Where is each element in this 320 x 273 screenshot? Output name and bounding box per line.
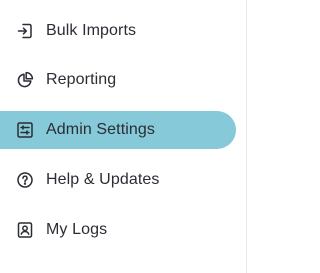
sidebar-item-admin-settings[interactable]: Admin Settings [0,111,236,149]
settings-sliders-icon [16,121,34,139]
sidebar-divider [246,0,247,273]
sidebar-item-label: Bulk Imports [46,22,137,39]
import-icon [16,22,34,40]
user-log-icon [16,221,34,239]
sidebar-item-my-logs[interactable]: My Logs [0,211,236,249]
sidebar-item-label: Admin Settings [46,121,156,138]
sidebar-item-bulk-imports[interactable]: Bulk Imports [0,12,236,50]
pie-chart-icon [16,71,34,89]
help-circle-icon [16,171,34,189]
sidebar-item-label: Help & Updates [46,171,160,188]
sidebar-item-help-updates[interactable]: Help & Updates [0,161,236,199]
sidebar-item-reporting[interactable]: Reporting [0,61,236,99]
sidebar-item-label: Reporting [46,71,117,88]
sidebar-item-label: My Logs [46,221,108,238]
sidebar: Bulk Imports Reporting Admin Settings He… [0,0,249,273]
